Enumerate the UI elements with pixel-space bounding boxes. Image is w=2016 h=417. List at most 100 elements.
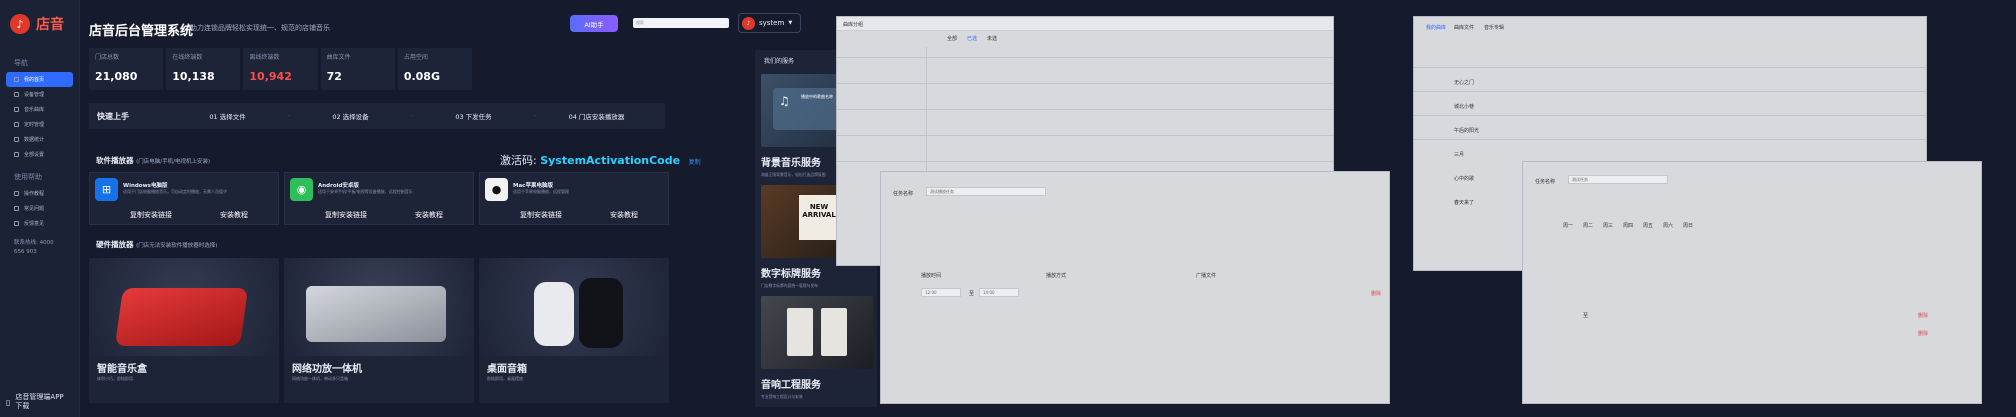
music-icon (14, 107, 19, 112)
amplifier-shape (306, 286, 446, 342)
clock-icon (14, 122, 19, 127)
task-name-input[interactable]: 测试播放任务 (926, 187, 1046, 196)
hardware-name: 网络功放一体机 (292, 364, 362, 375)
chart-icon (14, 137, 19, 142)
sidebar-item-label: 全部设置 (24, 152, 45, 158)
hardware-card-musicbox[interactable]: 智能音乐盒 体积小巧，即插即用 (89, 258, 279, 403)
card-desc: 适用于安卓手机/平板/电视等设备播放，远程控制音乐 (318, 189, 413, 194)
sidebar-item-label: 我的首页 (24, 77, 45, 83)
software-card-windows: ⊞ Windows电脑版 适用于门店电脑播放音乐，可自动定时播放，无需人员值守 … (89, 172, 279, 225)
search-input[interactable]: 搜索 (633, 18, 729, 28)
hardware-card-amplifier[interactable]: 网络功放一体机 网络功放一体机，带动多只音箱 (284, 258, 474, 403)
sidebar-item-faq[interactable]: 常见问题 (0, 201, 79, 216)
song-name: 城北小巷 (1454, 104, 1475, 110)
copy-link-button[interactable]: 复制安装链接 (325, 210, 367, 220)
day-checkbox[interactable]: 周一 (1563, 222, 1573, 229)
avatar: ♪ (742, 16, 755, 30)
sidebar-item-schedule[interactable]: 定时管理 (0, 117, 79, 132)
quickstart-step[interactable]: 04 门店安装播放器 (536, 111, 657, 121)
stat-stores: 门店总数 21,080 (89, 48, 164, 90)
stats-panel: 门店总数 21,080 在线终端数 10,138 离线终端数 10,942 曲库文件 7… (89, 48, 473, 90)
stat-label: 占用空间 (403, 54, 428, 61)
tab-selected[interactable]: 已选 (967, 35, 977, 42)
app-download-link[interactable]: ▯ 店音管理端APP 下载 (6, 393, 71, 411)
delete-button[interactable]: 删除 (1918, 330, 1928, 337)
end-time-input[interactable]: 14:00 (979, 288, 1019, 297)
logo[interactable]: ♪ 店音 (0, 0, 79, 48)
copy-link-button[interactable]: 复制安装链接 (520, 210, 562, 220)
song-name: 春天来了 (1454, 200, 1475, 206)
software-card-mac: ● Mac苹果电脑版 适用于苹果电脑播放，远程管理 复制安装链接 安装教程 (479, 172, 669, 225)
screenshot-header: 曲库分组 (837, 17, 1333, 31)
day-checkbox[interactable]: 周日 (1683, 222, 1693, 229)
tutorial-button[interactable]: 安装教程 (220, 210, 248, 220)
hardware-card-speaker[interactable]: 桌面音箱 即插即用，桌面摆放 (479, 258, 669, 403)
day-checkbox[interactable]: 周六 (1663, 222, 1673, 229)
tutorial-button[interactable]: 安装教程 (415, 210, 443, 220)
hardware-desc: 即插即用，桌面摆放 (487, 376, 523, 381)
to-label: 至 (969, 291, 975, 297)
page-subtitle: 助力连锁品牌轻松实现统一、规范的店铺音乐 (190, 24, 330, 32)
day-checkbox[interactable]: 周二 (1583, 222, 1593, 229)
song-name: 午后的阳光 (1454, 128, 1480, 134)
quickstart-step[interactable]: 03 下发任务 (413, 111, 534, 121)
day-checkbox[interactable]: 周五 (1643, 222, 1653, 229)
user-menu[interactable]: ♪ system ▼ (738, 13, 801, 33)
logo-text: 店音 (36, 17, 64, 33)
quickstart-step[interactable]: 01 选择文件 (167, 111, 288, 121)
section-hint: (门店无法安装软件播放器时选择) (136, 243, 218, 249)
home-icon (14, 77, 19, 82)
sidebar-item-stats[interactable]: 数据统计 (0, 132, 79, 147)
sidebar-item-library[interactable]: 音乐曲库 (0, 102, 79, 117)
stat-value: 72 (326, 70, 342, 83)
activation-label: 激活码: (500, 154, 537, 167)
android-icon: ◉ (290, 178, 313, 201)
form-label: 任务名称 (893, 191, 914, 197)
card-desc: 适用于门店电脑播放音乐，可自动定时播放，无需人员值守 (123, 189, 227, 194)
service-audio-engineering[interactable]: 音响工程服务 专业音响工程设计与安装 (761, 296, 873, 400)
task-name-input[interactable]: 测试任务 (1568, 175, 1668, 184)
software-card-android: ◉ Android安卓版 适用于安卓手机/平板/电视等设备播放，远程控制音乐 复… (284, 172, 474, 225)
phone-icon: ▯ (6, 397, 11, 407)
card-title: Android安卓版 (318, 183, 359, 189)
stat-label: 曲库文件 (326, 54, 351, 61)
software-section-title: 软件播放器 (门店电脑/手机/电视机上安装) (96, 155, 210, 166)
tab-unselected[interactable]: 未选 (987, 35, 997, 42)
quickstart-step[interactable]: 02 选择设备 (290, 111, 411, 121)
sidebar-item-settings[interactable]: 全部设置 (0, 147, 79, 162)
hardware-cards: 智能音乐盒 体积小巧，即插即用 网络功放一体机 网络功放一体机，带动多只音箱 桌… (89, 258, 669, 403)
day-checkbox[interactable]: 周四 (1623, 222, 1633, 229)
sidebar-item-feedback[interactable]: 反馈意见 (0, 216, 79, 231)
music-note-icon: ♫ (779, 94, 790, 108)
sidebar-item-tutorial[interactable]: 操作教程 (0, 186, 79, 201)
tutorial-button[interactable]: 安装教程 (610, 210, 638, 220)
copy-link-button[interactable]: 复制安装链接 (130, 210, 172, 220)
stat-storage: 占用空间 0.08G (397, 48, 473, 90)
app-download-label: 店音管理端APP 下载 (15, 393, 64, 410)
day-checkbox[interactable]: 周三 (1603, 222, 1613, 229)
tab-albums[interactable]: 音乐专辑 (1484, 24, 1504, 31)
delete-button[interactable]: 删除 (1918, 312, 1928, 319)
card-title: Windows电脑版 (123, 183, 168, 189)
stat-value: 21,080 (95, 70, 138, 83)
stat-online: 在线终端数 10,138 (166, 48, 241, 90)
hardware-name: 桌面音箱 (487, 364, 527, 375)
sidebar-item-devices[interactable]: 设备管理 (0, 87, 79, 102)
service-desc: 专业音响工程设计与安装 (761, 394, 803, 399)
logo-icon: ♪ (10, 14, 30, 34)
tab-all[interactable]: 全部 (947, 35, 957, 42)
apple-icon: ● (485, 178, 508, 201)
service-desc: 门店数字标牌内容统一管理与发布 (761, 283, 818, 288)
sidebar-item-home[interactable]: 我的首页 (6, 72, 73, 87)
delete-button[interactable]: 删除 (1371, 290, 1381, 297)
ai-assistant-button[interactable]: AI助手 (570, 15, 618, 32)
stat-label: 门店总数 (95, 54, 120, 61)
task-screenshot: 任务名称 测试播放任务 播放时间 播放方式 广播文件 12:00 至 14:00… (880, 171, 1390, 404)
device-icon (14, 92, 19, 97)
tab-library-files[interactable]: 曲库文件 (1454, 24, 1474, 31)
speaker-left-shape (787, 308, 813, 356)
sidebar-item-label: 数据统计 (24, 137, 45, 143)
tab-my-library[interactable]: 我的曲库 (1426, 24, 1446, 31)
start-time-input[interactable]: 12:00 (921, 288, 961, 297)
copy-button[interactable]: 复制 (689, 159, 701, 166)
